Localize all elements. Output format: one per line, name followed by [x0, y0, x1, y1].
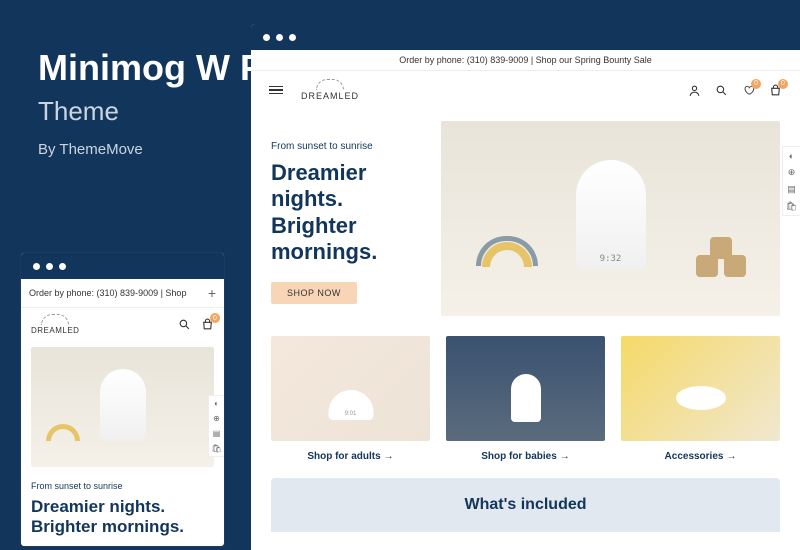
brand-logo[interactable]: DREAMLED — [31, 314, 79, 335]
brand-logo[interactable]: DREAMLED — [301, 79, 359, 101]
theme-author: By ThemeMove — [38, 141, 264, 158]
hero-image — [31, 347, 214, 467]
hero-eyebrow: From sunset to sunrise — [271, 141, 421, 152]
header-actions: 0 — [178, 318, 214, 331]
tool-icon[interactable]: ⊕ — [209, 411, 224, 426]
window-dot — [46, 263, 53, 270]
mobile-preview-window: Order by phone: (310) 839-9009 | Shop + … — [20, 252, 225, 547]
window-controls — [21, 253, 224, 279]
arrow-icon: → — [726, 451, 736, 462]
theme-title: Minimog W P — [38, 48, 264, 88]
lamp-product — [576, 160, 646, 270]
floating-toolbar: ◐ ⊕ ▤ 🛍 — [782, 146, 800, 216]
arrow-icon: → — [384, 451, 394, 462]
site-header: DREAMLED 0 0 — [251, 71, 800, 109]
wishlist-icon[interactable]: 0 — [742, 84, 755, 97]
window-dot — [263, 34, 270, 41]
cart-icon[interactable]: 0 — [769, 84, 782, 97]
tool-icon[interactable]: ⊕ — [783, 164, 800, 181]
hero-eyebrow: From sunset to sunrise — [31, 481, 214, 491]
announcement-bar: Order by phone: (310) 839-9009 | Shop + — [21, 279, 224, 308]
tool-icon[interactable]: ▤ — [783, 181, 800, 198]
cart-icon[interactable]: 0 — [201, 318, 214, 331]
hero-headline: Dreamier nights. Brighter mornings. — [271, 160, 421, 266]
window-dot — [276, 34, 283, 41]
user-icon[interactable] — [688, 84, 701, 97]
window-dot — [59, 263, 66, 270]
plus-icon[interactable]: + — [208, 285, 216, 301]
hero-image — [441, 121, 780, 316]
category-card-accessories[interactable]: Accessories→ — [621, 336, 780, 462]
hamburger-menu-icon[interactable] — [269, 86, 283, 95]
hero-section: From sunset to sunrise Dreamier nights. … — [251, 109, 800, 328]
theme-subtitle: Theme — [38, 96, 264, 127]
header-actions: 0 0 — [688, 84, 782, 97]
category-card-adults[interactable]: Shop for adults→ — [271, 336, 430, 462]
tool-icon[interactable]: 🛍 — [209, 441, 224, 456]
window-dot — [33, 263, 40, 270]
window-dot — [289, 34, 296, 41]
cart-badge: 0 — [210, 313, 220, 323]
category-image — [271, 336, 430, 441]
site-header: DREAMLED 0 — [21, 308, 224, 341]
blocks-prop — [696, 237, 746, 277]
shop-now-button[interactable]: SHOP NOW — [271, 282, 357, 304]
category-image — [446, 336, 605, 441]
category-card-babies[interactable]: Shop for babies→ — [446, 336, 605, 462]
arrow-icon: → — [560, 451, 570, 462]
lamp-product — [100, 369, 146, 441]
announcement-text: Order by phone: (310) 839-9009 | Shop ou… — [399, 55, 652, 65]
search-icon[interactable] — [715, 84, 728, 97]
announcement-text: Order by phone: (310) 839-9009 | Shop — [29, 288, 186, 298]
hero-copy: From sunset to sunrise Dreamier nights. … — [271, 121, 421, 316]
category-label: Accessories→ — [621, 451, 780, 462]
hero-headline: Dreamier nights. Brighter mornings. — [31, 497, 214, 538]
included-section: What's included — [271, 478, 780, 532]
included-title: What's included — [289, 496, 762, 514]
window-controls — [251, 24, 800, 50]
announcement-bar: Order by phone: (310) 839-9009 | Shop ou… — [251, 50, 800, 71]
theme-info-panel: Minimog W P Theme By ThemeMove — [38, 48, 264, 158]
category-row: Shop for adults→ Shop for babies→ Access… — [251, 328, 800, 470]
desktop-preview-window: Order by phone: (310) 839-9009 | Shop ou… — [251, 24, 800, 550]
tool-icon[interactable]: ◐ — [783, 147, 800, 164]
category-image — [621, 336, 780, 441]
rainbow-prop — [482, 242, 532, 267]
tool-icon[interactable]: ◐ — [209, 396, 224, 411]
category-label: Shop for babies→ — [446, 451, 605, 462]
category-label: Shop for adults→ — [271, 451, 430, 462]
tool-icon[interactable]: 🛍 — [783, 198, 800, 215]
search-icon[interactable] — [178, 318, 191, 331]
floating-toolbar: ◐ ⊕ ▤ 🛍 — [208, 395, 224, 457]
hero-copy: From sunset to sunrise Dreamier nights. … — [21, 473, 224, 546]
rainbow-prop — [46, 424, 80, 441]
tool-icon[interactable]: ▤ — [209, 426, 224, 441]
cart-badge: 0 — [778, 79, 788, 89]
wishlist-badge: 0 — [751, 79, 761, 89]
